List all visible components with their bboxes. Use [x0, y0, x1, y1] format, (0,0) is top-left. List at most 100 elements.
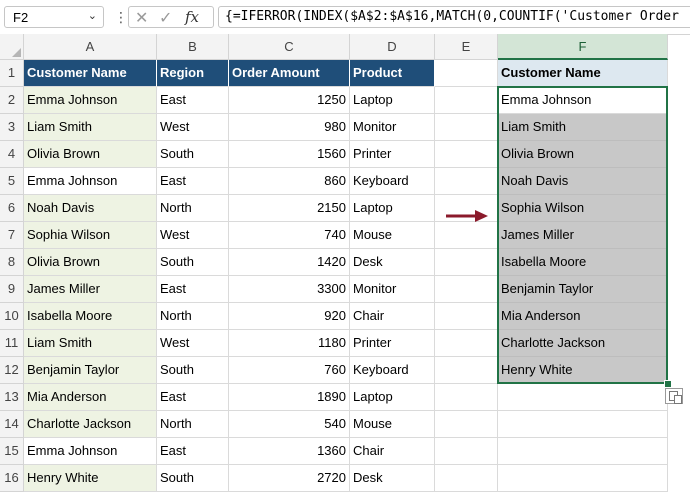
result-cell[interactable]: Noah Davis — [498, 168, 668, 195]
region-cell[interactable]: North — [157, 303, 229, 330]
result-cell[interactable]: Benjamin Taylor — [498, 276, 668, 303]
product-cell[interactable]: Monitor — [350, 114, 435, 141]
order-amount-cell[interactable]: 2150 — [229, 195, 350, 222]
table-header-cell[interactable]: Order Amount — [229, 60, 350, 87]
order-amount-cell[interactable]: 1180 — [229, 330, 350, 357]
empty-cell[interactable] — [498, 465, 668, 492]
column-header-a[interactable]: A — [24, 34, 157, 60]
order-amount-cell[interactable]: 920 — [229, 303, 350, 330]
customer-name-cell[interactable]: Emma Johnson — [24, 438, 157, 465]
order-amount-cell[interactable]: 1560 — [229, 141, 350, 168]
order-amount-cell[interactable]: 3300 — [229, 276, 350, 303]
column-header-e[interactable]: E — [435, 34, 498, 60]
empty-cell[interactable] — [435, 330, 498, 357]
row-header-12[interactable]: 12 — [0, 357, 24, 384]
order-amount-cell[interactable]: 860 — [229, 168, 350, 195]
product-cell[interactable]: Printer — [350, 141, 435, 168]
customer-name-cell[interactable]: Henry White — [24, 465, 157, 492]
empty-cell[interactable] — [498, 384, 668, 411]
table-header-cell[interactable]: Region — [157, 60, 229, 87]
product-cell[interactable]: Printer — [350, 330, 435, 357]
empty-cell[interactable] — [435, 87, 498, 114]
result-cell[interactable]: Emma Johnson — [498, 87, 668, 114]
empty-cell[interactable] — [435, 384, 498, 411]
region-cell[interactable]: East — [157, 438, 229, 465]
customer-name-cell[interactable]: Isabella Moore — [24, 303, 157, 330]
table-header-cell[interactable]: Product — [350, 60, 435, 87]
order-amount-cell[interactable]: 980 — [229, 114, 350, 141]
customer-name-cell[interactable]: Noah Davis — [24, 195, 157, 222]
empty-cell[interactable] — [435, 438, 498, 465]
product-cell[interactable]: Chair — [350, 303, 435, 330]
region-cell[interactable]: North — [157, 411, 229, 438]
customer-name-cell[interactable]: Emma Johnson — [24, 168, 157, 195]
fill-handle[interactable] — [664, 380, 672, 388]
vertical-dots-icon[interactable]: ⋮ — [114, 8, 128, 26]
empty-cell[interactable] — [435, 276, 498, 303]
customer-name-cell[interactable]: Olivia Brown — [24, 249, 157, 276]
product-cell[interactable]: Chair — [350, 438, 435, 465]
empty-cell[interactable] — [435, 141, 498, 168]
column-header-b[interactable]: B — [157, 34, 229, 60]
customer-name-cell[interactable]: Olivia Brown — [24, 141, 157, 168]
product-cell[interactable]: Keyboard — [350, 168, 435, 195]
product-cell[interactable]: Laptop — [350, 195, 435, 222]
row-header-2[interactable]: 2 — [0, 87, 24, 114]
empty-cell[interactable] — [435, 168, 498, 195]
result-cell[interactable]: Sophia Wilson — [498, 195, 668, 222]
column-header-d[interactable]: D — [350, 34, 435, 60]
empty-cell[interactable] — [435, 303, 498, 330]
result-header-cell[interactable]: Customer Name — [498, 60, 668, 87]
order-amount-cell[interactable]: 760 — [229, 357, 350, 384]
customer-name-cell[interactable]: Charlotte Jackson — [24, 411, 157, 438]
region-cell[interactable]: South — [157, 141, 229, 168]
order-amount-cell[interactable]: 740 — [229, 222, 350, 249]
row-header-6[interactable]: 6 — [0, 195, 24, 222]
formula-input[interactable]: {=IFERROR(INDEX($A$2:$A$16,MATCH(0,COUNT… — [218, 6, 690, 28]
confirm-icon[interactable]: ✓ — [159, 8, 172, 28]
region-cell[interactable]: East — [157, 87, 229, 114]
row-header-9[interactable]: 9 — [0, 276, 24, 303]
row-header-7[interactable]: 7 — [0, 222, 24, 249]
region-cell[interactable]: East — [157, 384, 229, 411]
product-cell[interactable]: Laptop — [350, 87, 435, 114]
order-amount-cell[interactable]: 1250 — [229, 87, 350, 114]
product-cell[interactable]: Keyboard — [350, 357, 435, 384]
region-cell[interactable]: West — [157, 114, 229, 141]
row-header-10[interactable]: 10 — [0, 303, 24, 330]
row-header-3[interactable]: 3 — [0, 114, 24, 141]
row-header-14[interactable]: 14 — [0, 411, 24, 438]
row-header-16[interactable]: 16 — [0, 465, 24, 492]
region-cell[interactable]: South — [157, 357, 229, 384]
result-cell[interactable]: Liam Smith — [498, 114, 668, 141]
empty-cell[interactable] — [435, 465, 498, 492]
result-cell[interactable]: Mia Anderson — [498, 303, 668, 330]
select-all-corner[interactable] — [0, 34, 24, 60]
table-header-cell[interactable]: Customer Name — [24, 60, 157, 87]
column-header-c[interactable]: C — [229, 34, 350, 60]
region-cell[interactable]: West — [157, 222, 229, 249]
order-amount-cell[interactable]: 1890 — [229, 384, 350, 411]
region-cell[interactable]: East — [157, 276, 229, 303]
order-amount-cell[interactable]: 2720 — [229, 465, 350, 492]
result-cell[interactable]: Isabella Moore — [498, 249, 668, 276]
product-cell[interactable]: Monitor — [350, 276, 435, 303]
row-header-11[interactable]: 11 — [0, 330, 24, 357]
product-cell[interactable]: Mouse — [350, 222, 435, 249]
row-header-13[interactable]: 13 — [0, 384, 24, 411]
empty-cell[interactable] — [435, 411, 498, 438]
customer-name-cell[interactable]: Sophia Wilson — [24, 222, 157, 249]
empty-cell[interactable] — [435, 222, 498, 249]
result-cell[interactable]: James Miller — [498, 222, 668, 249]
product-cell[interactable]: Mouse — [350, 411, 435, 438]
empty-cell[interactable] — [435, 60, 498, 87]
customer-name-cell[interactable]: James Miller — [24, 276, 157, 303]
row-header-8[interactable]: 8 — [0, 249, 24, 276]
order-amount-cell[interactable]: 1360 — [229, 438, 350, 465]
chevron-down-icon[interactable]: ⌄ — [88, 9, 97, 22]
customer-name-cell[interactable]: Mia Anderson — [24, 384, 157, 411]
customer-name-cell[interactable]: Emma Johnson — [24, 87, 157, 114]
region-cell[interactable]: North — [157, 195, 229, 222]
empty-cell[interactable] — [435, 249, 498, 276]
cancel-icon[interactable]: ✕ — [135, 8, 148, 28]
